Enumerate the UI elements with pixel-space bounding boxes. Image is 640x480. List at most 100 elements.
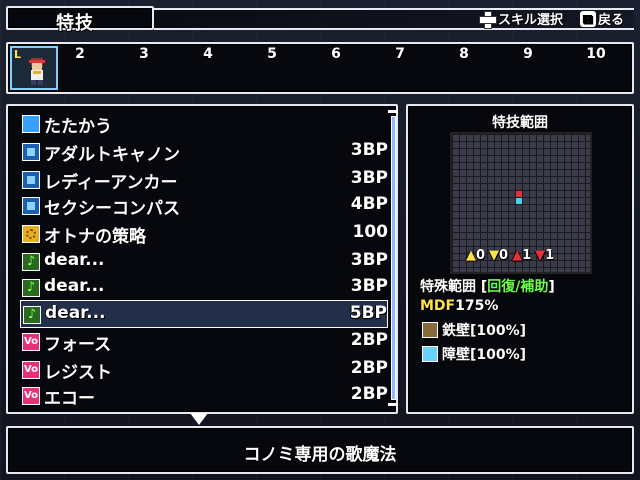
party-slot-9[interactable]: 9 [516,46,540,62]
skill-name: dear... [45,303,106,323]
skill-row[interactable]: オトナの策略 100 [20,220,388,248]
stat-item: ▲ 0 [466,248,485,263]
stat-item: ▼ 1 [535,248,554,263]
party-slot-3[interactable]: 3 [132,46,156,62]
skill-range-panel: 特技範囲 ▲ 0 ▼ 0 ▲ 1 ▼ 1 特殊範囲 [回復/補助] MDF175% 鉄壁… [406,104,634,414]
skill-row[interactable]: アダルトキャノン 3BP [20,138,388,166]
buff-label: 障壁[100%] [442,347,527,363]
back-hint[interactable]: ⊠ 戻る [580,9,624,28]
range-stats: ▲ 0 ▼ 0 ▲ 1 ▼ 1 [466,248,554,263]
mdf-value: 175% [455,298,499,314]
skill-cost: 3BP [350,250,388,270]
stat-value: 0 [499,248,509,263]
skill-list: たたかう アダルトキャノン 3BP レディーアンカー 3BP セクシーコンパス … [6,104,398,414]
skill-select-hint[interactable]: スキル選択 [478,9,564,29]
special-range-type: 回復/補助 [487,279,549,295]
vo-icon: Vo [22,333,40,351]
skill-cost: 5BP [349,303,387,323]
stat-value: 1 [522,248,532,263]
skill-select-label: スキル選択 [498,13,564,28]
skill-row[interactable]: レディーアンカー 3BP [20,166,388,194]
vo-icon: Vo [22,387,40,405]
skill-cost: 2BP [350,358,388,378]
music-green-icon: ♪ [23,306,41,324]
skill-cost: 4BP [350,194,388,214]
skill-cost: 3BP [350,140,388,160]
skill-row[interactable]: Vo レジスト 2BP [20,356,388,384]
special-range-label: 特殊範囲 [回復/補助] [420,276,555,296]
leader-badge: L [14,48,22,61]
back-label: 戻る [598,13,625,28]
party-slot-selected[interactable]: L [10,46,58,90]
party-slot-7[interactable]: 7 [388,46,412,62]
party-slot-4[interactable]: 4 [196,46,220,62]
range-cell-target [516,198,522,204]
skill-name: たたかう [44,117,112,137]
stat-yellow-icon: ▼ [489,248,500,263]
party-slot-5[interactable]: 5 [260,46,284,62]
party-slot-8[interactable]: 8 [452,46,476,62]
skill-blue-icon [22,197,40,215]
music-green-icon: ♪ [22,279,40,297]
iron-wall-icon [422,322,438,338]
party-slot-2[interactable]: 2 [68,46,92,62]
skill-name: アダルトキャノン [44,145,180,165]
mdf-line: MDF175% [420,298,498,314]
title-panel: 特技 [6,6,154,34]
stat-item: ▲ 1 [512,248,531,263]
stat-value: 1 [545,248,555,263]
page-title: 特技 [56,13,94,34]
stat-red-down-icon: ▼ [535,248,546,263]
skill-cost: 2BP [350,384,388,404]
cancel-button-icon: ⊠ [580,10,596,27]
stat-red-up-icon: ▲ [512,248,523,263]
stat-value: 0 [476,248,486,263]
music-green-icon: ♪ [22,253,40,271]
chevron-down-icon [190,413,208,425]
skill-row[interactable]: Vo エコー 2BP [20,382,388,410]
scroll-cap-top [388,110,398,113]
skill-name: レディーアンカー [44,173,178,193]
skill-cost: 3BP [350,168,388,188]
mdf-label: MDF [420,298,456,314]
skill-row[interactable]: ♪ dear... 3BP [20,248,388,276]
stat-item: ▼ 0 [489,248,508,263]
special-range-suffix: ] [548,279,555,295]
strategy-icon [22,225,40,243]
scroll-thumb[interactable] [391,116,396,400]
skill-row[interactable]: セクシーコンパス 4BP [20,192,388,220]
skill-cost: 2BP [350,330,388,350]
skill-name: dear... [44,250,105,270]
special-range-prefix: 特殊範囲 [ [420,279,488,295]
party-strip: L 2 3 4 5 6 7 8 9 10 [6,42,634,94]
skill-cost: 100 [352,222,389,242]
character-portrait-icon [29,58,45,85]
dpad-icon [478,10,497,29]
scroll-cap-bottom [388,403,398,406]
skill-blue-icon [22,171,40,189]
skill-row[interactable]: ♪ dear... 3BP [20,274,388,302]
buff-iron-wall: 鉄壁[100%] [422,320,526,340]
skill-name: オトナの策略 [44,227,146,247]
vo-icon: Vo [22,361,40,379]
skill-name: dear... [44,276,105,296]
skill-blue-icon [22,143,40,161]
sword-icon [22,115,40,133]
stat-yellow-icon: ▲ [466,248,476,263]
skill-name: レジスト [44,363,112,383]
skill-description: コノミ専用の歌魔法 [243,445,397,465]
party-slot-6[interactable]: 6 [324,46,348,62]
skill-name: フォース [44,335,112,355]
skill-name: セクシーコンパス [44,199,180,219]
range-title: 特技範囲 [492,115,548,131]
skill-row[interactable]: Vo フォース 2BP [20,328,388,356]
buff-label: 鉄壁[100%] [442,323,527,339]
range-cell-origin [516,191,522,197]
skill-row-attack[interactable]: たたかう [20,110,388,138]
barrier-icon [422,346,438,362]
skill-name: エコー [44,389,95,409]
skill-row-selected[interactable]: ♪ dear... 5BP [20,300,388,328]
description-panel: コノミ専用の歌魔法 [6,426,634,474]
party-slot-10[interactable]: 10 [584,46,608,62]
scrollbar[interactable] [388,110,398,406]
